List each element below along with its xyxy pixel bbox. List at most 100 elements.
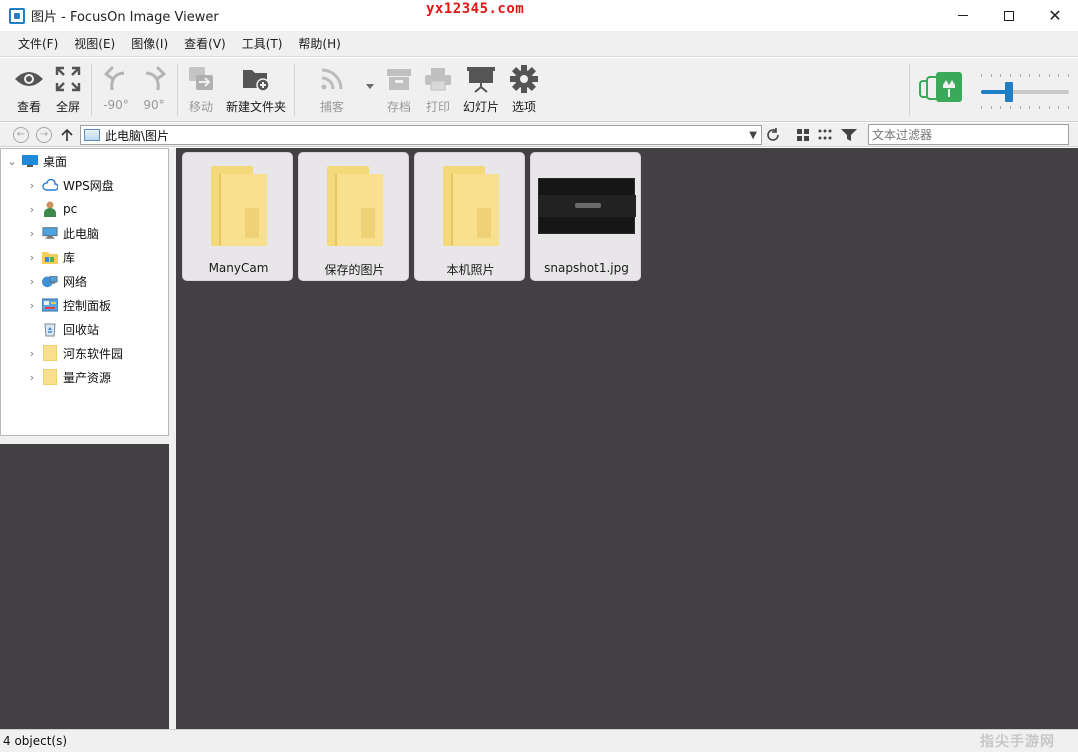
minimize-button[interactable]: [940, 0, 986, 31]
tree-item-folder-hedong[interactable]: › 河东软件园: [1, 341, 168, 365]
gear-icon: [510, 64, 538, 94]
toolbar-divider: [177, 64, 178, 116]
menu-tools[interactable]: 工具(T): [234, 35, 291, 52]
user-icon: [42, 201, 58, 217]
address-input[interactable]: 此电脑\图片 ▼: [80, 125, 762, 145]
thumbnail-label: ManyCam: [208, 261, 269, 275]
folder-icon: [42, 369, 58, 385]
new-folder-button[interactable]: 新建文件夹: [226, 64, 286, 115]
presentation-icon: [466, 64, 496, 94]
thumbnail-size-button[interactable]: [917, 72, 967, 102]
close-icon: ✕: [1048, 5, 1062, 25]
tree-item-label: 控制面板: [63, 298, 112, 313]
toolbar: 查看 全屏 -90° 90° 移动 新建文件夹 捕客 存档 打印 幻灯片 选项: [0, 58, 1078, 122]
print-label: 打印: [425, 100, 450, 114]
chevron-right-icon[interactable]: ›: [27, 347, 37, 360]
capture-label: 捕客: [319, 100, 344, 114]
options-button[interactable]: 选项: [502, 64, 546, 115]
app-logo-icon: [9, 7, 25, 24]
tree-item-desktop[interactable]: ⌄ 桌面: [1, 149, 168, 173]
computer-icon: [42, 225, 58, 241]
back-button[interactable]: ←: [12, 126, 30, 144]
menu-file[interactable]: 文件(F): [10, 35, 66, 52]
filter-button[interactable]: [840, 126, 858, 144]
chevron-right-icon[interactable]: ›: [27, 371, 37, 384]
maximize-button[interactable]: [986, 0, 1032, 31]
chevron-right-icon[interactable]: ›: [27, 203, 37, 216]
dots-grid-icon: [818, 129, 832, 140]
toolbar-divider: [294, 64, 295, 116]
zoom-thumb[interactable]: [1005, 82, 1013, 102]
new-folder-icon: [241, 64, 271, 94]
rotate-right-button[interactable]: 90°: [132, 64, 176, 112]
folder-icon: [210, 166, 267, 246]
chevron-down-icon[interactable]: ▼: [749, 130, 757, 141]
image-preview: [538, 178, 636, 234]
minimize-icon: [958, 15, 968, 16]
tree-item-control-panel[interactable]: › 控制面板: [1, 293, 168, 317]
watermark-top: yx12345.com: [426, 1, 525, 17]
tree-item-network[interactable]: › 网络: [1, 269, 168, 293]
chevron-right-icon[interactable]: ›: [27, 179, 37, 192]
filter-input[interactable]: [868, 124, 1069, 145]
print-button[interactable]: 打印: [416, 64, 460, 115]
menu-bar: 文件(F) 视图(E) 图像(I) 查看(V) 工具(T) 帮助(H): [0, 31, 1078, 57]
grid-view-button[interactable]: [794, 126, 812, 144]
rotate-right-label: 90°: [143, 98, 165, 112]
refresh-icon: [767, 128, 779, 141]
thumbnail-label: snapshot1.jpg: [544, 261, 629, 275]
up-button[interactable]: [58, 126, 76, 144]
move-button[interactable]: 移动: [179, 64, 223, 115]
view-label: 查看: [16, 100, 41, 114]
chevron-right-icon[interactable]: ›: [27, 275, 37, 288]
zoom-slider[interactable]: [981, 74, 1069, 109]
archive-button[interactable]: 存档: [377, 64, 421, 115]
archive-label: 存档: [386, 100, 411, 114]
tree-item-recycle-bin[interactable]: › 回收站: [1, 317, 168, 341]
thumbnail-grid: ManyCam 保存的图片 本机照片 snapshot1.jpg: [176, 148, 1078, 729]
preview-panel: [0, 444, 169, 729]
chevron-right-icon[interactable]: ›: [27, 227, 37, 240]
menu-browse[interactable]: 查看(V): [176, 35, 234, 52]
desktop-icon: [22, 153, 38, 169]
slideshow-button[interactable]: 幻灯片: [459, 64, 503, 115]
object-count: 4 object(s): [3, 734, 68, 748]
forward-button[interactable]: →: [35, 126, 53, 144]
menu-image[interactable]: 图像(I): [123, 35, 176, 52]
sort-options-button[interactable]: [816, 126, 834, 144]
tree-item-label: 回收站: [63, 322, 100, 337]
folder-icon: [326, 166, 383, 246]
thumbnail-folder-saved-pictures[interactable]: 保存的图片: [298, 152, 409, 281]
chevron-down-icon[interactable]: ⌄: [7, 155, 17, 168]
recycle-bin-icon: [42, 321, 58, 337]
fullscreen-button[interactable]: 全屏: [46, 64, 90, 115]
thumbnail-folder-manycam[interactable]: ManyCam: [182, 152, 293, 281]
tree-item-this-pc[interactable]: › 此电脑: [1, 221, 168, 245]
view-button[interactable]: 查看: [7, 64, 51, 115]
cloud-icon: [42, 177, 58, 193]
address-path: 此电脑\图片: [105, 128, 170, 143]
toolbar-divider: [91, 64, 92, 116]
thumbnail-image-snapshot[interactable]: snapshot1.jpg: [530, 152, 641, 281]
chevron-right-icon[interactable]: ›: [27, 251, 37, 264]
options-label: 选项: [511, 100, 536, 114]
capture-button[interactable]: 捕客: [310, 64, 354, 115]
menu-help[interactable]: 帮助(H): [290, 35, 348, 52]
capture-dropdown-icon[interactable]: [366, 84, 374, 89]
thumbnail-folder-camera-roll[interactable]: 本机照片: [414, 152, 525, 281]
refresh-button[interactable]: [764, 126, 782, 144]
tree-item-folder-resources[interactable]: › 量产资源: [1, 365, 168, 389]
menu-view[interactable]: 视图(E): [66, 35, 123, 52]
tree-item-label: pc: [63, 202, 78, 216]
close-button[interactable]: ✕: [1032, 0, 1078, 31]
photo-stack-icon: [917, 72, 967, 102]
horizontal-splitter[interactable]: [0, 436, 169, 444]
tree-item-library[interactable]: › 库: [1, 245, 168, 269]
toolbar-divider: [909, 64, 910, 116]
chevron-right-icon[interactable]: ›: [27, 299, 37, 312]
folder-tree: ⌄ 桌面 › WPS网盘 › pc › 此电脑 › 库 › 网络 › 控制面板 …: [0, 148, 169, 436]
watermark-bottom: 指尖手游网: [980, 734, 1055, 750]
tree-item-user[interactable]: › pc: [1, 197, 168, 221]
tree-item-wps-cloud[interactable]: › WPS网盘: [1, 173, 168, 197]
vertical-splitter[interactable]: [169, 148, 176, 729]
